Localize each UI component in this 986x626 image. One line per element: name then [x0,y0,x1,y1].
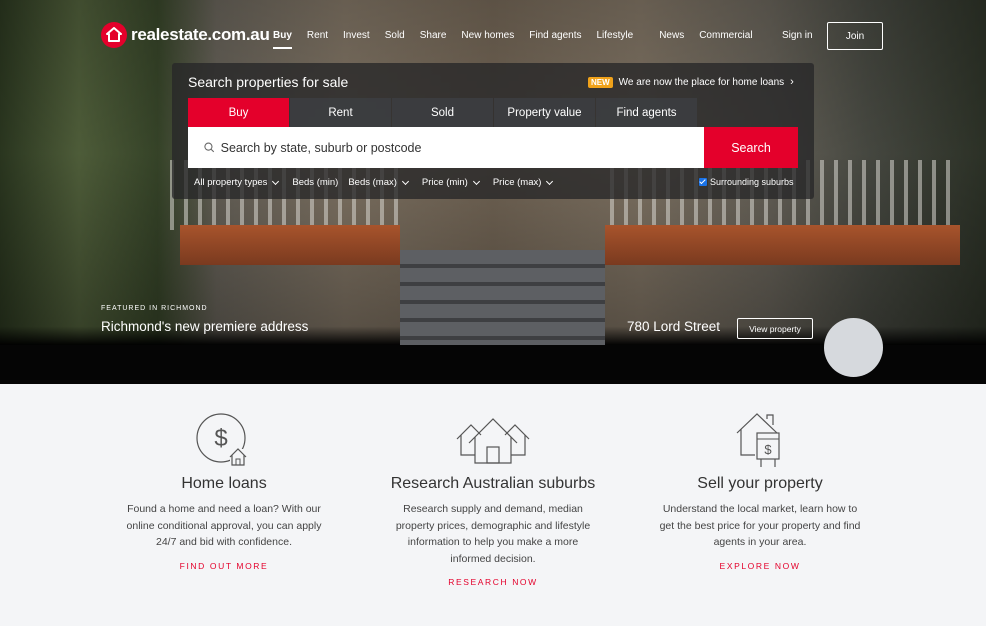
filter-price-max[interactable]: Price (max) [492,177,554,188]
hero-deck-right [605,225,960,265]
nav-link-sold[interactable]: Sold [385,30,405,41]
promo-text: We are now the place for home loans [618,76,785,88]
card-desc: Found a home and need a loan? With our o… [126,503,322,548]
chevron-down-icon [546,177,554,185]
nav-link-commercial[interactable]: Commercial [699,30,752,41]
filter-beds-min[interactable]: Beds (min) [292,177,338,188]
card-title: Home loans [181,475,267,492]
svg-text:$: $ [764,442,772,457]
filter-label: Price (max) [492,177,542,188]
filter-price-min[interactable]: Price (min) [421,177,480,188]
card-sell-property: $ Sell your property Understand the loca… [630,410,890,571]
site-logo[interactable]: realestate.com.au [101,22,270,48]
chevron-right-icon: › [790,76,794,88]
svg-text:$: $ [214,425,227,452]
nav-link-new-homes[interactable]: New homes [461,30,514,41]
logo-text: realestate.com.au [131,25,270,44]
join-button[interactable]: Join [827,22,883,50]
explore-now-link[interactable]: EXPLORE NOW [630,561,890,571]
filter-property-types[interactable]: All property types [194,177,280,188]
nav-link-share[interactable]: Share [420,30,447,41]
nav-link-invest[interactable]: Invest [343,30,370,41]
filter-label: Beds (max) [348,177,397,188]
card-desc: Understand the local market, learn how t… [659,503,861,548]
house-sale-sign-icon: $ [630,410,890,470]
filter-beds-max[interactable]: Beds (max) [348,177,409,188]
top-navigation: realestate.com.au Buy Rent Invest Sold S… [0,0,986,70]
search-button[interactable]: Search [704,127,798,168]
avatar[interactable] [824,318,883,377]
tab-rent[interactable]: Rent [290,98,391,127]
card-title: Research Australian suburbs [390,475,596,492]
tab-find-agents[interactable]: Find agents [596,98,697,127]
chevron-down-icon [272,177,280,185]
card-desc: Research supply and demand, median prope… [395,503,591,565]
card-research-suburbs: Research Australian suburbs Research sup… [363,410,623,587]
nav-link-news[interactable]: News [659,30,684,41]
search-icon [204,142,215,153]
search-input[interactable] [220,140,704,155]
nav-link-lifestyle[interactable]: Lifestyle [597,30,634,41]
chevron-down-icon [401,177,409,185]
tab-property-value[interactable]: Property value [494,98,595,127]
search-row: Search [188,127,798,168]
featured-title[interactable]: Richmond's new premiere address [101,319,308,334]
research-now-link[interactable]: RESEARCH NOW [363,577,623,587]
nav-link-buy[interactable]: Buy [273,30,292,49]
home-loans-promo[interactable]: NEW We are now the place for home loans … [588,76,794,88]
new-badge: NEW [588,76,613,88]
hero-deck-left [180,225,400,265]
search-field [188,127,704,168]
featured-address: 780 Lord Street [627,319,721,334]
filter-label: Price (min) [421,177,468,188]
search-panel-title: Search properties for sale [188,74,349,90]
surrounding-suburbs-checkbox[interactable] [699,178,707,186]
surrounding-suburbs-label: Surrounding suburbs [710,177,794,187]
surrounding-suburbs-toggle[interactable]: Surrounding suburbs [699,177,794,187]
filter-label: All property types [194,177,268,188]
tab-buy[interactable]: Buy [188,98,289,132]
nav-links: Buy Rent Invest Sold Share New homes Fin… [273,30,768,49]
nav-link-find-agents[interactable]: Find agents [529,30,581,41]
dollar-house-icon: $ [94,410,354,470]
tab-sold[interactable]: Sold [392,98,493,127]
search-filters: All property types Beds (min) Beds (max)… [194,177,566,188]
find-out-more-link[interactable]: FIND OUT MORE [94,561,354,571]
view-property-button[interactable]: View property [737,318,813,339]
card-home-loans: $ Home loans Found a home and need a loa… [94,410,354,571]
nav-link-rent[interactable]: Rent [307,30,328,41]
filter-label: Beds (min) [292,177,339,188]
card-title: Sell your property [697,475,823,492]
featured-eyebrow: FEATURED IN RICHMOND [101,305,208,312]
search-panel: Search properties for sale NEW We are no… [172,63,814,199]
sign-in-link[interactable]: Sign in [782,30,813,41]
hero-stairs [400,250,605,345]
houses-icon [363,410,623,470]
chevron-down-icon [472,177,480,185]
search-tabs: Buy Rent Sold Property value Find agents [188,98,698,132]
house-logo-icon [101,22,127,48]
